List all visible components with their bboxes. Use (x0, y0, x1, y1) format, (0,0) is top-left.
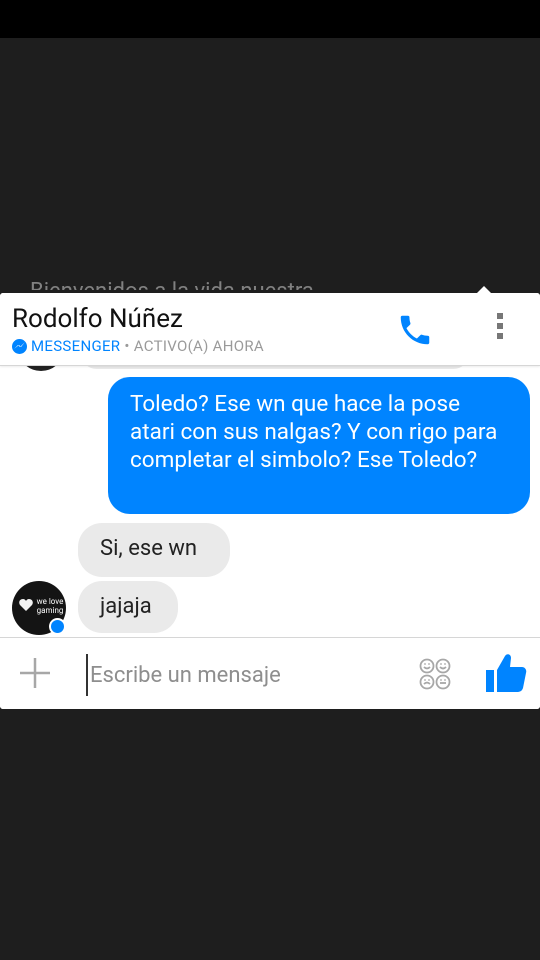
dot-icon (497, 333, 503, 339)
message-input[interactable] (86, 654, 412, 696)
separator: • (124, 337, 130, 355)
message-composer (0, 637, 540, 709)
dot-icon (497, 323, 503, 329)
sticker-button[interactable] (418, 657, 452, 691)
dot-icon (497, 313, 503, 319)
background-text: Bienvenidos a la vida nuestra (30, 270, 500, 290)
message-bubble-incoming[interactable]: jajaja (78, 581, 178, 633)
thumbs-up-icon (486, 654, 527, 692)
messenger-icon (12, 338, 27, 354)
conversation-header: Rodolfo Núñez MESSENGER • ACTIVO(A) AHOR… (0, 293, 540, 366)
message-bubble-incoming[interactable]: Si, ese wn (78, 523, 230, 577)
message-bubble-outgoing[interactable]: Toledo? Ese wn que hace la pose atari co… (108, 377, 530, 514)
add-content-button[interactable] (18, 656, 52, 690)
like-button[interactable] (484, 651, 528, 695)
call-button[interactable] (396, 311, 434, 349)
status-line: MESSENGER • ACTIVO(A) AHORA (12, 337, 264, 355)
messenger-label: MESSENGER (31, 337, 121, 355)
plus-icon (20, 658, 50, 688)
messenger-badge-icon (49, 618, 66, 635)
contact-name[interactable]: Rodolfo Núñez (12, 304, 183, 334)
phone-icon (400, 315, 430, 345)
more-options-button[interactable] (486, 309, 514, 349)
smiley-icon (419, 658, 451, 690)
avatar-logo-text: we love gaming (36, 597, 64, 615)
status-bar (0, 0, 540, 38)
active-status: ACTIVO(A) AHORA (133, 337, 264, 355)
gamepad-heart-icon (19, 599, 33, 611)
message-list[interactable]: Toledo? Ese wn que hace la pose atari co… (0, 365, 540, 637)
chat-head-window: Rodolfo Núñez MESSENGER • ACTIVO(A) AHOR… (0, 293, 540, 709)
